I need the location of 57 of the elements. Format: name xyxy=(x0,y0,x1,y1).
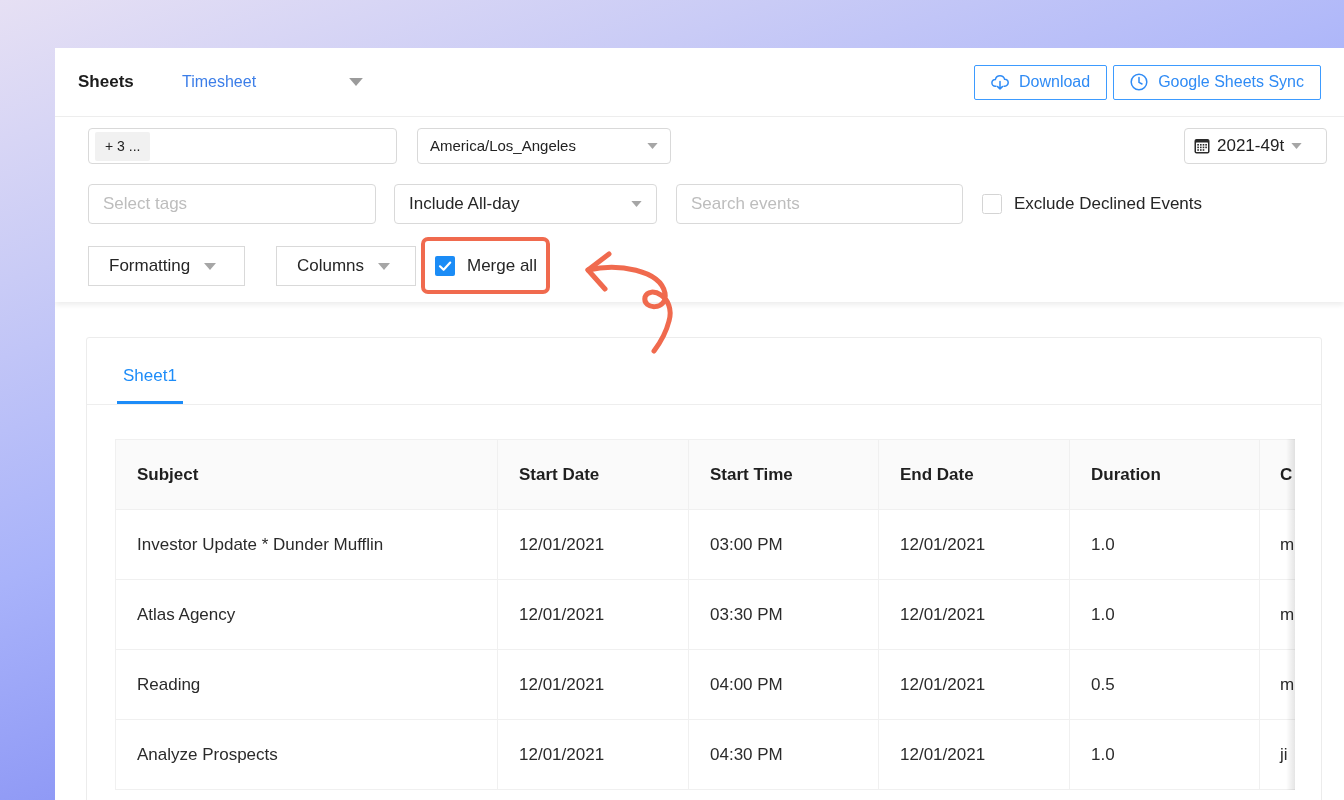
exclude-declined-checkbox[interactable] xyxy=(982,194,1002,214)
table-cell: 12/01/2021 xyxy=(878,719,1070,790)
download-button[interactable]: Download xyxy=(973,64,1108,100)
week-picker[interactable]: 2021-49t xyxy=(1184,128,1327,164)
table-cell: Reading xyxy=(115,649,498,720)
column-header: End Date xyxy=(878,439,1070,510)
all-day-value: Include All-day xyxy=(409,193,520,216)
sheet-tab[interactable]: Sheet1 xyxy=(117,338,183,404)
sheet-select[interactable]: Timesheet xyxy=(170,64,370,100)
selection-chip: + 3 ... xyxy=(95,131,151,161)
search-field[interactable]: Search events xyxy=(676,184,963,224)
table-cell: 12/01/2021 xyxy=(497,649,689,720)
table-cell: 12/01/2021 xyxy=(878,509,1070,580)
calendar-select[interactable]: + 3 ... xyxy=(88,128,397,164)
caret-down-icon xyxy=(378,262,391,270)
table-cell: 1.0 xyxy=(1069,719,1260,790)
table-cell: 04:30 PM xyxy=(688,719,879,790)
column-header: Start Time xyxy=(688,439,879,510)
sheet-select-value: Timesheet xyxy=(182,72,257,92)
caret-down-icon xyxy=(647,143,658,149)
column-header: Subject xyxy=(115,439,498,510)
table-cell: 12/01/2021 xyxy=(878,649,1070,720)
table-cell: 12/01/2021 xyxy=(497,719,689,790)
columns-dropdown[interactable]: Columns xyxy=(276,246,416,286)
table-cell: Investor Update * Dunder Mufflin xyxy=(115,509,498,580)
table-cell: 1.0 xyxy=(1069,579,1260,650)
table-cell: Analyze Prospects xyxy=(115,719,498,790)
formatting-dropdown[interactable]: Formatting xyxy=(88,246,245,286)
week-value: 2021-49t xyxy=(1217,135,1285,158)
column-header: Start Date xyxy=(497,439,689,510)
cloud-download-icon xyxy=(990,74,1009,90)
clock-icon xyxy=(1130,73,1149,91)
caret-down-icon xyxy=(349,78,363,86)
merge-all-checkbox[interactable] xyxy=(435,256,455,276)
table-cell: 12/01/2021 xyxy=(878,579,1070,650)
table-cell: 04:00 PM xyxy=(688,649,879,720)
table-cell: 12/01/2021 xyxy=(497,579,689,650)
caret-down-icon xyxy=(631,201,642,207)
timezone-value: America/Los_Angeles xyxy=(430,135,576,156)
table-cell: 0.5 xyxy=(1069,649,1260,720)
table-cell: 03:30 PM xyxy=(688,579,879,650)
merge-all-label[interactable]: Merge all xyxy=(467,253,537,279)
caret-down-icon xyxy=(204,262,217,270)
all-day-select[interactable]: Include All-day xyxy=(394,184,657,224)
column-header: C xyxy=(1259,439,1295,510)
table-cell: 1.0 xyxy=(1069,509,1260,580)
tags-input[interactable]: Select tags xyxy=(88,184,376,224)
caret-down-icon xyxy=(1291,143,1303,149)
timezone-select[interactable]: America/Los_Angeles xyxy=(417,128,671,164)
calendar-icon xyxy=(1194,138,1210,154)
table-cell: 03:00 PM xyxy=(688,509,879,580)
table-cell: Atlas Agency xyxy=(115,579,498,650)
column-header: Duration xyxy=(1069,439,1260,510)
exclude-declined-label[interactable]: Exclude Declined Events xyxy=(1014,191,1203,217)
page-title: Sheets xyxy=(78,71,135,94)
table-cell: 12/01/2021 xyxy=(497,509,689,580)
sync-button[interactable]: Google Sheets Sync xyxy=(1113,64,1321,100)
